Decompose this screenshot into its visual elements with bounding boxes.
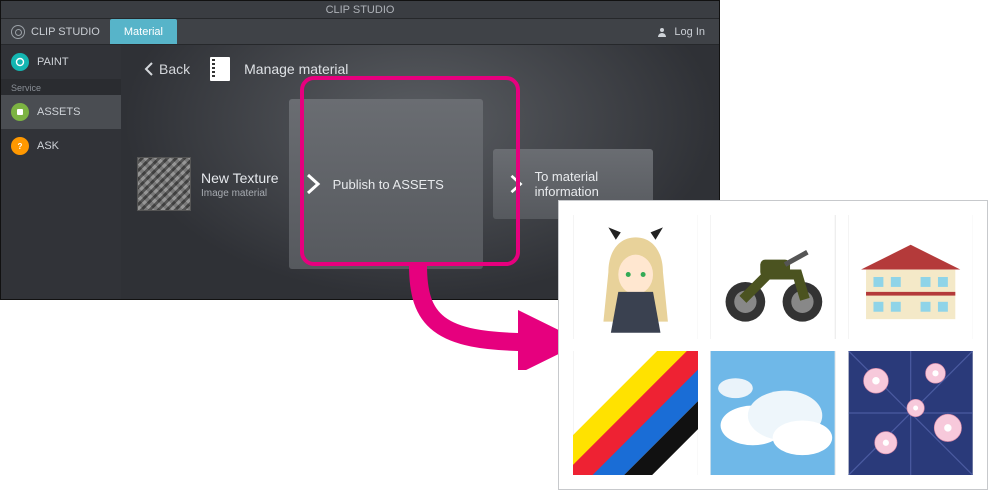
material-name: New Texture [201, 170, 279, 186]
assets-icon [11, 103, 29, 121]
login-label: Log In [674, 26, 705, 38]
material-thumbnail [137, 157, 191, 211]
brand: CLIP STUDIO [1, 25, 110, 39]
chevron-left-icon [143, 62, 155, 76]
brand-logo-icon [11, 25, 25, 39]
login-button[interactable]: Log In [642, 26, 719, 38]
gallery-item-motorcycle[interactable] [710, 215, 835, 339]
gallery-item-anime-girl[interactable] [573, 215, 698, 339]
publish-label: Publish to ASSETS [333, 177, 444, 192]
back-button[interactable]: Back [137, 57, 196, 81]
chevron-right-icon [507, 173, 525, 195]
material-page-icon [210, 57, 230, 81]
tab-material[interactable]: Material [110, 19, 177, 44]
sidebar-item-assets[interactable]: ASSETS [1, 95, 121, 129]
info-label: To material information [535, 169, 639, 199]
sidebar: PAINT Service ASSETS ? ASK [1, 45, 121, 299]
user-icon [656, 26, 668, 38]
sidebar-item-ask[interactable]: ? ASK [1, 129, 121, 163]
chevron-right-icon [303, 172, 323, 196]
material-type: Image material [201, 188, 279, 199]
sidebar-section-service: Service [1, 79, 121, 95]
gallery-item-building[interactable] [848, 215, 973, 339]
sidebar-item-label: ASSETS [37, 106, 80, 118]
sidebar-item-label: ASK [37, 140, 59, 152]
publish-to-assets-card[interactable]: Publish to ASSETS [289, 99, 483, 269]
gallery-item-floral-pattern[interactable] [848, 351, 973, 475]
ask-icon: ? [11, 137, 29, 155]
assets-gallery [558, 200, 988, 490]
material-preview: New Texture Image material [137, 157, 279, 211]
gallery-item-clouds[interactable] [710, 351, 835, 475]
brand-label: CLIP STUDIO [31, 26, 100, 38]
sidebar-item-paint[interactable]: PAINT [1, 45, 121, 79]
sidebar-item-label: PAINT [37, 56, 69, 68]
back-label: Back [159, 61, 190, 77]
gallery-item-paint-stripes[interactable] [573, 351, 698, 475]
page-title: Manage material [244, 61, 348, 77]
window-titlebar: CLIP STUDIO [1, 1, 719, 19]
top-toolbar: CLIP STUDIO Material Log In [1, 19, 719, 45]
svg-text:?: ? [18, 142, 23, 151]
paint-icon [11, 53, 29, 71]
breadcrumb: Back Manage material [137, 57, 703, 81]
